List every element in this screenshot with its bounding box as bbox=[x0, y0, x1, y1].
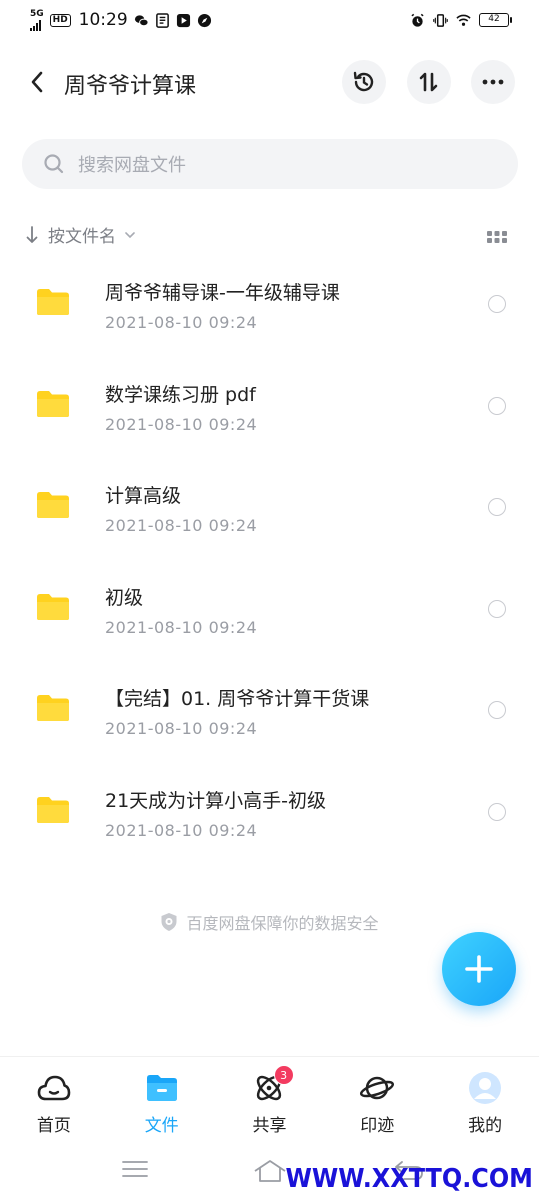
more-icon bbox=[482, 79, 504, 85]
file-date: 2021-08-10 09:24 bbox=[105, 617, 258, 637]
list-item[interactable]: 数学课练习册 pdf 2021-08-10 09:24 bbox=[0, 358, 539, 460]
nav-me-label: 我的 bbox=[468, 1116, 503, 1136]
select-checkbox[interactable] bbox=[488, 802, 506, 821]
nav-me[interactable]: 我的 bbox=[431, 1057, 539, 1141]
list-item[interactable]: 计算高级 2021-08-10 09:24 bbox=[0, 459, 539, 561]
video-app-icon bbox=[176, 13, 190, 27]
file-name: 21天成为计算小高手-初级 bbox=[105, 789, 327, 812]
notification-badge: 3 bbox=[273, 1065, 294, 1085]
select-checkbox[interactable] bbox=[488, 396, 506, 415]
file-name: 初级 bbox=[105, 586, 144, 609]
search-input[interactable]: 搜索网盘文件 bbox=[22, 139, 518, 189]
file-name: 数学课练习册 pdf bbox=[105, 383, 256, 406]
nav-files-label: 文件 bbox=[144, 1116, 179, 1136]
wifi-icon bbox=[456, 14, 471, 26]
chevron-down-icon bbox=[125, 231, 135, 238]
hd-badge: HD bbox=[49, 13, 71, 27]
nav-share[interactable]: 3 共享 bbox=[216, 1057, 324, 1141]
network-type: 5G bbox=[30, 8, 44, 19]
status-right: 42 bbox=[410, 13, 512, 28]
menu-icon[interactable] bbox=[120, 1158, 150, 1180]
file-date: 2021-08-10 09:24 bbox=[105, 414, 258, 434]
list-item[interactable]: 初级 2021-08-10 09:24 bbox=[0, 561, 539, 663]
file-name: 【完结】01. 周爷爷计算干货课 bbox=[105, 688, 370, 711]
history-icon bbox=[353, 71, 374, 92]
sort-transfer-icon bbox=[419, 72, 438, 92]
shield-icon bbox=[161, 913, 177, 931]
folder-icon bbox=[37, 796, 69, 823]
list-item[interactable]: 21天成为计算小高手-初级 2021-08-10 09:24 bbox=[0, 764, 539, 866]
header: 周爷爷计算课 bbox=[0, 58, 539, 106]
search-placeholder: 搜索网盘文件 bbox=[78, 155, 186, 176]
file-date: 2021-08-10 09:24 bbox=[105, 516, 258, 536]
alarm-icon bbox=[411, 13, 424, 27]
vibrate-icon bbox=[433, 13, 448, 27]
list-item[interactable]: 【完结】01. 周爷爷计算干货课 2021-08-10 09:24 bbox=[0, 662, 539, 764]
add-button[interactable] bbox=[442, 932, 516, 1006]
home-icon[interactable] bbox=[252, 1158, 288, 1184]
file-name: 周爷爷辅导课-一年级辅导课 bbox=[105, 282, 340, 304]
security-text: 百度网盘保障你的数据安全 bbox=[186, 914, 379, 933]
status-left: 5G HD 10:29 bbox=[30, 8, 212, 31]
plus-icon bbox=[465, 955, 493, 983]
list-item[interactable]: 周爷爷辅导课-一年级辅导课 2021-08-10 09:24 bbox=[0, 256, 539, 358]
home-cloud-icon bbox=[37, 1075, 71, 1101]
select-checkbox[interactable] bbox=[488, 701, 506, 720]
notes-icon bbox=[155, 12, 169, 28]
file-date: 2021-08-10 09:24 bbox=[105, 313, 258, 332]
file-name: 计算高级 bbox=[105, 485, 182, 508]
nav-home[interactable]: 首页 bbox=[0, 1057, 108, 1141]
history-button[interactable] bbox=[342, 60, 386, 104]
more-button[interactable] bbox=[471, 60, 515, 104]
nav-home-label: 首页 bbox=[36, 1116, 71, 1136]
status-bar: 5G HD 10:29 42 bbox=[0, 0, 539, 40]
signal-indicator: 5G bbox=[30, 8, 44, 31]
select-checkbox[interactable] bbox=[488, 295, 506, 313]
planet-icon bbox=[360, 1076, 395, 1100]
avatar-icon bbox=[469, 1072, 502, 1104]
file-list: 周爷爷辅导课-一年级辅导课 2021-08-10 09:24 数学课练习册 pd… bbox=[0, 256, 539, 866]
file-date: 2021-08-10 09:24 bbox=[105, 820, 258, 840]
bottom-nav: 首页 文件 3 共享 印迹 我的 bbox=[0, 1056, 539, 1140]
arrow-down-icon bbox=[26, 225, 38, 243]
nav-share-label: 共享 bbox=[252, 1116, 287, 1136]
transfer-button[interactable] bbox=[407, 60, 451, 104]
folder-icon bbox=[37, 492, 69, 519]
sort-label: 按文件名 bbox=[48, 227, 116, 247]
nav-traces-label: 印迹 bbox=[360, 1116, 395, 1136]
file-date: 2021-08-10 09:24 bbox=[105, 719, 258, 739]
select-checkbox[interactable] bbox=[488, 599, 506, 618]
nav-files[interactable]: 文件 bbox=[108, 1057, 216, 1141]
back-icon bbox=[31, 71, 43, 93]
security-note: 百度网盘保障你的数据安全 bbox=[0, 910, 539, 934]
grid-view-icon[interactable] bbox=[486, 228, 508, 246]
back-button[interactable] bbox=[22, 66, 52, 98]
nav-traces[interactable]: 印迹 bbox=[323, 1057, 431, 1141]
wechat-icon bbox=[134, 14, 149, 26]
folder-icon bbox=[37, 289, 69, 315]
sort-selector[interactable]: 按文件名 bbox=[26, 222, 136, 247]
folder-icon bbox=[37, 390, 69, 417]
watermark-text: WWW.XXTTQ.COM bbox=[285, 1164, 533, 1194]
page-title: 周爷爷计算课 bbox=[64, 74, 197, 99]
compass-app-icon bbox=[197, 13, 211, 27]
search-icon bbox=[44, 154, 64, 174]
folder-icon bbox=[37, 593, 69, 620]
folder-icon bbox=[37, 695, 69, 722]
select-checkbox[interactable] bbox=[488, 498, 506, 517]
folder-icon bbox=[146, 1075, 177, 1101]
battery-indicator: 42 bbox=[479, 13, 512, 27]
signal-bars-icon bbox=[30, 19, 44, 31]
status-time: 10:29 bbox=[78, 10, 128, 30]
